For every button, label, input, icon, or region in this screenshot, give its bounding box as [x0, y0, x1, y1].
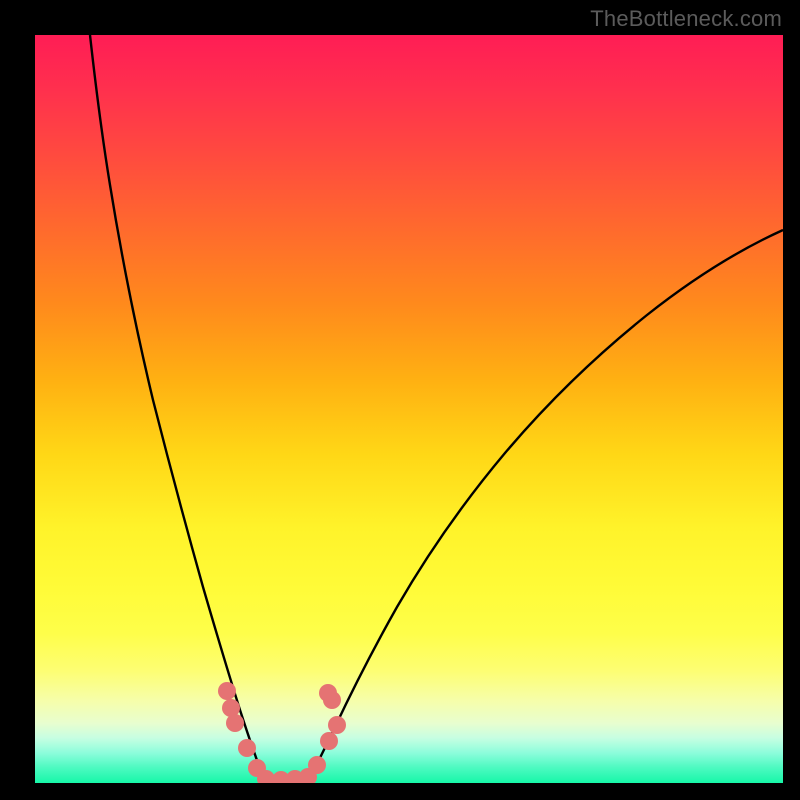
curve-overlay — [35, 35, 783, 783]
watermark-text: TheBottleneck.com — [590, 6, 782, 32]
plot-area — [35, 35, 783, 783]
right-curve — [308, 230, 783, 782]
chart-frame: TheBottleneck.com — [0, 0, 800, 800]
left-curve — [90, 35, 265, 782]
